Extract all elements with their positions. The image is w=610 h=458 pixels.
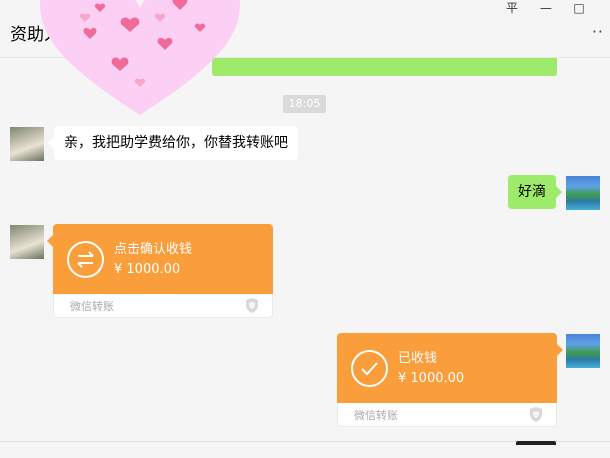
maximize-button[interactable]: □ xyxy=(569,0,589,16)
transfer-amount: ¥ 1000.00 xyxy=(114,262,181,277)
transfer-title: 已收钱 xyxy=(398,351,438,366)
incoming-message-bubble[interactable]: 亲，我把助学费给你，你替我转账吧 xyxy=(48,126,298,160)
contact-avatar[interactable] xyxy=(10,225,44,259)
minimize-button[interactable]: — xyxy=(536,0,556,16)
more-options-button[interactable]: ·· xyxy=(592,22,604,41)
my-avatar[interactable] xyxy=(566,334,600,368)
contact-avatar[interactable] xyxy=(10,127,44,161)
input-toolbar-edge xyxy=(516,441,556,445)
transfer-card-received[interactable]: 已收钱 ¥ 1000.00 微信转账 xyxy=(337,333,563,427)
transfer-footer: 微信转账 xyxy=(354,409,398,422)
transfer-title: 点击确认收钱 xyxy=(114,242,193,257)
transfer-arrows-icon xyxy=(67,241,104,278)
previous-message-bubble xyxy=(212,58,557,76)
message-text: 好滴 xyxy=(518,184,546,200)
my-avatar[interactable] xyxy=(566,176,600,210)
check-icon xyxy=(351,350,388,387)
transfer-footer: 微信转账 xyxy=(70,300,114,313)
outgoing-message-bubble[interactable]: 好滴 xyxy=(508,175,562,209)
pin-button[interactable]: 平 xyxy=(502,0,522,16)
transfer-amount: ¥ 1000.00 xyxy=(398,371,465,386)
heart-sticker-icon xyxy=(40,0,240,115)
message-text: 亲，我把助学费给你，你替我转账吧 xyxy=(64,135,288,151)
transfer-card-pending[interactable]: 点击确认收钱 ¥ 1000.00 微信转账 xyxy=(47,224,273,318)
shield-icon xyxy=(246,298,258,313)
message-timestamp: 18:05 xyxy=(283,95,326,113)
shield-icon xyxy=(530,407,542,422)
